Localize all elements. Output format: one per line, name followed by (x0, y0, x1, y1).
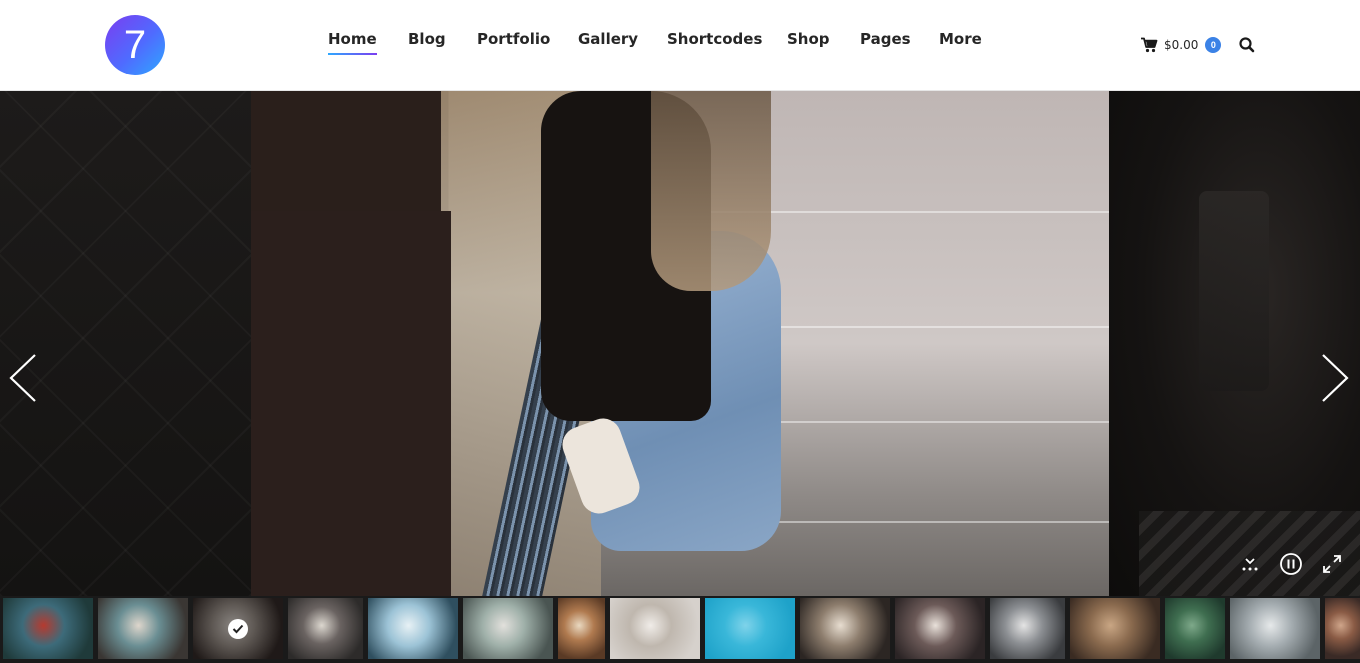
thumbnail-item[interactable] (1165, 598, 1225, 659)
thumbnail-item[interactable] (288, 598, 363, 659)
thumbnail-item[interactable] (3, 598, 93, 659)
nav-item-home[interactable]: Home (328, 30, 377, 55)
expand-icon (1323, 555, 1341, 573)
thumbnail-item[interactable] (1325, 598, 1360, 659)
nav-item-shortcodes[interactable]: Shortcodes (667, 30, 762, 48)
thumbnail-item[interactable] (895, 598, 985, 659)
thumbnail-item[interactable] (1230, 598, 1320, 659)
nav-item-blog[interactable]: Blog (408, 30, 446, 48)
logo-text: 7 (123, 23, 147, 67)
nav-item-more[interactable]: More (939, 30, 982, 48)
thumbnail-item[interactable] (800, 598, 890, 659)
thumbnail-item[interactable] (1070, 598, 1160, 659)
thumbnail-item[interactable] (98, 598, 188, 659)
thumbnail-item[interactable] (368, 598, 458, 659)
pause-icon (1280, 553, 1302, 575)
site-logo[interactable]: 7 (105, 15, 165, 75)
thumbnail-item[interactable] (463, 598, 553, 659)
cart-total: $0.00 (1164, 38, 1199, 52)
thumbnail-item[interactable] (705, 598, 795, 659)
cart-count-badge: 0 (1205, 37, 1222, 53)
site-header: 7 Home Blog Portfolio Gallery Shortcodes… (0, 0, 1360, 91)
chevron-left-icon[interactable] (8, 353, 38, 403)
thumbnail-item[interactable] (610, 598, 700, 659)
nav-item-portfolio[interactable]: Portfolio (477, 30, 550, 48)
shopping-cart-icon (1141, 37, 1158, 53)
thumbnail-item[interactable] (558, 598, 605, 659)
nav-item-pages[interactable]: Pages (860, 30, 911, 48)
next-slide-preview (1109, 91, 1360, 596)
search-icon[interactable] (1238, 36, 1256, 54)
previous-slide-preview (0, 91, 251, 596)
chevron-right-icon[interactable] (1320, 353, 1350, 403)
nav-item-shop[interactable]: Shop (787, 30, 830, 48)
pause-button[interactable] (1278, 551, 1304, 577)
gallery-slideshow (0, 91, 1360, 596)
cart-button[interactable]: $0.00 0 (1141, 35, 1222, 55)
checkmark-icon (228, 618, 248, 639)
thumbnail-item[interactable] (990, 598, 1065, 659)
hide-thumbnails-button[interactable] (1237, 551, 1263, 577)
chevron-down-dots-icon (1242, 558, 1258, 571)
thumbnail-strip (0, 596, 1360, 663)
fullscreen-button[interactable] (1319, 551, 1345, 577)
current-slide-image (251, 91, 1109, 596)
thumbnail-item[interactable] (193, 598, 283, 659)
nav-item-gallery[interactable]: Gallery (578, 30, 638, 48)
